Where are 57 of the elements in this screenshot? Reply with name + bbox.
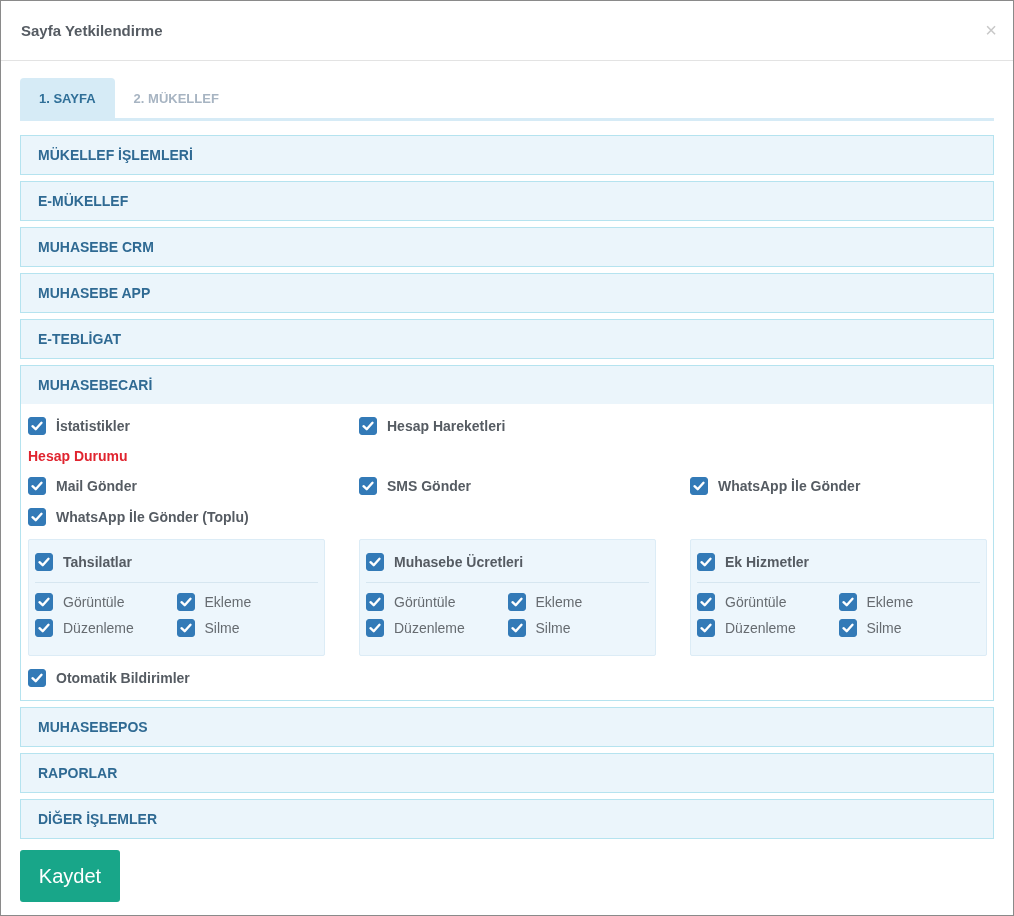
section-title[interactable]: MÜKELLEF İŞLEMLERİ — [38, 147, 193, 163]
checkbox-label: Görüntüle — [63, 594, 125, 610]
checkbox-label: Otomatik Bildirimler — [56, 670, 190, 686]
checkbox[interactable] — [28, 669, 46, 687]
checkbox[interactable] — [176, 619, 195, 637]
checkbox-label: Düzenleme — [725, 620, 796, 636]
checkbox[interactable] — [359, 477, 377, 495]
checkbox-label: Ekleme — [535, 594, 583, 610]
checkbox[interactable] — [697, 553, 715, 571]
checkbox-label: Tahsilatlar — [63, 554, 132, 570]
dialog-title: Sayfa Yetkilendirme — [21, 22, 163, 39]
checkbox-label: İstatistikler — [56, 418, 130, 434]
checkbox[interactable] — [35, 553, 53, 571]
checkbox-label: Ekleme — [204, 594, 252, 610]
checkbox-label: WhatsApp İle Gönder — [718, 478, 861, 494]
checkbox[interactable] — [35, 619, 53, 637]
section-title[interactable]: E-MÜKELLEF — [38, 193, 129, 209]
checkbox-label: Muhasebe Ücretleri — [394, 554, 524, 570]
checkbox[interactable] — [690, 477, 708, 495]
checkbox[interactable] — [28, 417, 46, 435]
section-title[interactable]: MUHASEBEPOS — [38, 719, 148, 735]
checkbox-label: Silme — [535, 620, 571, 636]
checkbox[interactable] — [359, 417, 377, 435]
checkbox-label: Mail Gönder — [56, 478, 137, 494]
group-heading: Hesap Durumu — [28, 448, 129, 464]
section-title[interactable]: E-TEBLİGAT — [38, 331, 121, 347]
checkbox-label: Düzenleme — [394, 620, 465, 636]
checkbox-label: Ek Hizmetler — [725, 554, 810, 570]
checkbox-label: SMS Gönder — [387, 478, 471, 494]
checkbox[interactable] — [838, 619, 857, 637]
checkbox-label: Silme — [204, 620, 240, 636]
checkbox-label: Görüntüle — [725, 594, 787, 610]
checkbox[interactable] — [507, 593, 526, 611]
checkbox-label: Hesap Hareketleri — [387, 418, 506, 434]
checkbox-label: Düzenleme — [63, 620, 134, 636]
checkbox-label: Görüntüle — [394, 594, 456, 610]
section-title[interactable]: MUHASEBE APP — [38, 285, 151, 301]
checkbox-label: Ekleme — [866, 594, 914, 610]
checkbox[interactable] — [35, 593, 53, 611]
checkbox[interactable] — [28, 477, 46, 495]
checkbox[interactable] — [366, 593, 384, 611]
tab[interactable]: 1. SAYFA — [20, 78, 115, 118]
checkbox[interactable] — [838, 593, 857, 611]
checkbox-label: Silme — [866, 620, 902, 636]
checkbox[interactable] — [697, 593, 715, 611]
checkbox[interactable] — [366, 553, 384, 571]
checkbox-label: WhatsApp İle Gönder (Toplu) — [56, 509, 249, 525]
section-title[interactable]: DİĞER İŞLEMLER — [38, 811, 157, 827]
checkbox[interactable] — [28, 508, 46, 526]
checkbox[interactable] — [507, 619, 526, 637]
checkbox[interactable] — [366, 619, 384, 637]
section-title[interactable]: MUHASEBE CRM — [38, 239, 154, 255]
section-title[interactable]: RAPORLAR — [38, 765, 118, 781]
save-button[interactable]: Kaydet — [20, 850, 120, 902]
section-title[interactable]: MUHASEBECARİ — [38, 377, 153, 393]
checkbox[interactable] — [697, 619, 715, 637]
checkbox[interactable] — [176, 593, 195, 611]
